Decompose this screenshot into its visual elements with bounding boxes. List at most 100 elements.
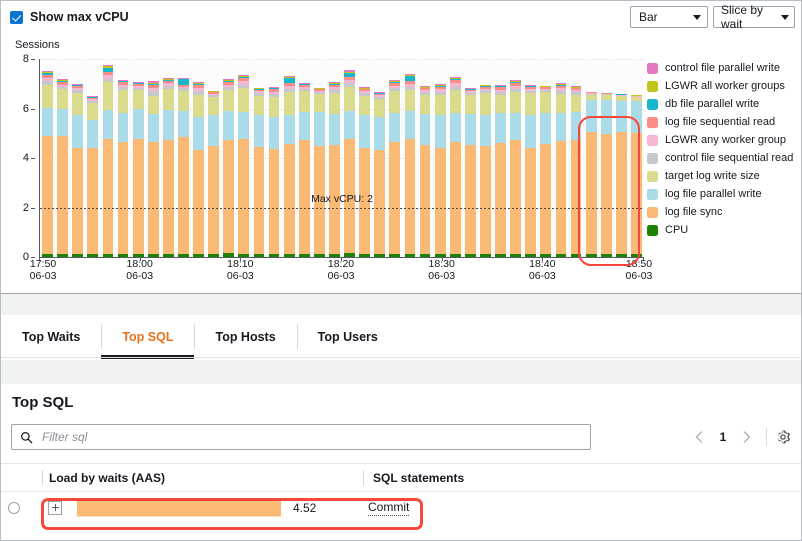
chart-bar[interactable] [103, 65, 114, 257]
bar-segment [586, 100, 597, 132]
chart-bar[interactable] [193, 82, 204, 257]
sql-statement-link[interactable]: Commit [368, 500, 409, 516]
x-tick-time: 18:30 [428, 259, 455, 271]
bar-segment [374, 150, 385, 253]
legend-label: log file sync [665, 206, 722, 218]
row-select-radio[interactable] [8, 502, 20, 514]
x-tick-label: 17:5006-03 [30, 259, 57, 282]
chart-bar[interactable] [616, 94, 627, 257]
chart-bar[interactable] [525, 85, 536, 257]
chart-bar[interactable] [601, 93, 612, 257]
tab-top-hosts[interactable]: Top Hosts [194, 315, 296, 358]
chart-bar[interactable] [480, 85, 491, 257]
chart-plot-area[interactable]: Max vCPU: 2 [39, 59, 644, 257]
grid-line [40, 109, 644, 110]
chart-bar[interactable] [586, 92, 597, 257]
legend-item[interactable]: control file sequential read [647, 149, 797, 167]
column-header-load-by-waits[interactable]: Load by waits (AAS) [49, 464, 165, 491]
legend-item[interactable]: CPU [647, 221, 797, 239]
bar-segment [540, 144, 551, 254]
chart-bar[interactable] [57, 79, 68, 257]
table-row[interactable]: 4.52 Commit [1, 490, 801, 525]
bar-segment [178, 91, 189, 111]
column-header-sql-statements[interactable]: SQL statements [373, 464, 464, 491]
checkbox-checked-icon[interactable] [10, 11, 23, 24]
load-by-waits-bar [77, 499, 281, 516]
chart-bar[interactable] [540, 86, 551, 257]
chart-legend: control file parallel writeLGWR all work… [647, 59, 797, 239]
chart-bar[interactable] [556, 83, 567, 257]
search-box[interactable] [11, 424, 591, 450]
legend-item[interactable]: LGWR all worker groups [647, 77, 797, 95]
gear-icon[interactable] [775, 429, 791, 445]
chart-bar[interactable] [133, 82, 144, 257]
chart-bar[interactable] [87, 96, 98, 257]
x-tick-time: 18:00 [126, 259, 153, 271]
chart-bar[interactable] [420, 86, 431, 257]
tab-top-users[interactable]: Top Users [297, 315, 399, 358]
expand-row-button[interactable] [48, 501, 62, 515]
chart-bar[interactable] [238, 75, 249, 257]
chart-bar[interactable] [495, 85, 506, 257]
bar-segment [148, 142, 159, 254]
chart-bar[interactable] [72, 84, 83, 257]
chart-bar[interactable] [329, 82, 340, 257]
y-tick-label: 0 [19, 251, 29, 263]
legend-item[interactable]: LGWR any worker group [647, 131, 797, 149]
chart-bar[interactable] [450, 77, 461, 257]
search-input[interactable] [40, 429, 590, 445]
legend-label: LGWR any worker group [665, 134, 786, 146]
chart-bar[interactable] [374, 92, 385, 257]
current-page-number[interactable]: 1 [712, 426, 734, 448]
tab-top-waits[interactable]: Top Waits [1, 315, 101, 358]
show-max-vcpu-checkbox[interactable]: Show max vCPU [10, 10, 129, 24]
chart-bar[interactable] [344, 70, 355, 257]
x-tick-date: 06-03 [30, 271, 57, 283]
bar-segment [208, 115, 219, 146]
chart-bar[interactable] [223, 79, 234, 257]
legend-item[interactable]: target log write size [647, 167, 797, 185]
chart-bar[interactable] [42, 71, 53, 257]
chart-bar[interactable] [389, 80, 400, 257]
chart-bar[interactable] [299, 83, 310, 257]
bar-segment [344, 111, 355, 139]
chart-bar[interactable] [359, 87, 370, 257]
legend-color-swatch [647, 81, 658, 92]
chart-bar[interactable] [631, 95, 642, 257]
legend-item[interactable]: log file sequential read [647, 113, 797, 131]
tab-top-sql[interactable]: Top SQL [101, 315, 194, 358]
chart-bar[interactable] [405, 74, 416, 257]
chart-bar[interactable] [254, 88, 265, 257]
chart-bar[interactable] [465, 88, 476, 257]
bar-segment [510, 92, 521, 112]
chart-bar[interactable] [178, 78, 189, 257]
chart-bar[interactable] [571, 86, 582, 257]
y-tick-label: 6 [19, 103, 29, 115]
x-tick-date: 06-03 [428, 271, 455, 283]
bar-segment [57, 89, 68, 108]
chart-bar[interactable] [118, 80, 129, 257]
chart-bar[interactable] [284, 76, 295, 257]
chart-bar[interactable] [510, 80, 521, 257]
chart-bar[interactable] [163, 78, 174, 257]
legend-color-swatch [647, 171, 658, 182]
chart-type-select[interactable]: Bar [630, 6, 708, 28]
chart-bar[interactable] [208, 91, 219, 257]
bar-segment [238, 112, 249, 139]
legend-item[interactable]: log file parallel write [647, 185, 797, 203]
bar-segment [465, 114, 476, 145]
chart-bar[interactable] [435, 84, 446, 257]
slice-by-select[interactable]: Slice by wait [713, 6, 795, 28]
legend-item[interactable]: log file sync [647, 203, 797, 221]
previous-page-button[interactable] [688, 426, 710, 448]
bar-segment [118, 90, 129, 113]
legend-item[interactable]: control file parallel write [647, 59, 797, 77]
chart-bar[interactable] [148, 81, 159, 257]
legend-label: db file parallel write [665, 98, 759, 110]
chevron-left-icon [695, 431, 703, 443]
next-page-button[interactable] [736, 426, 758, 448]
legend-item[interactable]: db file parallel write [647, 95, 797, 113]
y-tick-mark [31, 109, 35, 110]
chart-bar[interactable] [314, 88, 325, 257]
chart-bar[interactable] [269, 87, 280, 257]
